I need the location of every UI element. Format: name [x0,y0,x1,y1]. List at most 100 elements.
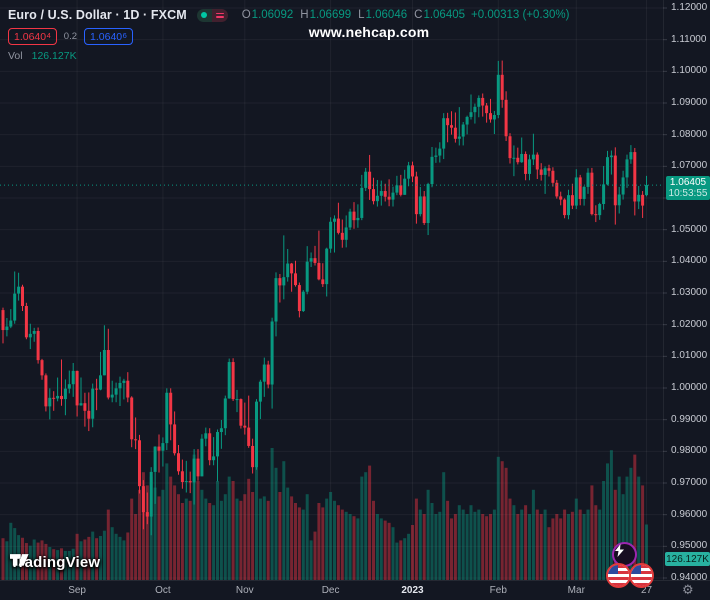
price-tick-label[interactable]: 0.98000 [671,445,707,456]
candle[interactable] [200,434,204,477]
candle[interactable] [411,161,414,183]
candle[interactable] [262,357,266,397]
candle[interactable] [239,398,243,429]
candle[interactable] [563,198,567,219]
candle[interactable] [87,392,91,432]
candle[interactable] [559,191,563,206]
candle[interactable] [325,247,329,297]
candle[interactable] [457,107,461,146]
candle[interactable] [102,325,106,376]
candle[interactable] [5,318,9,337]
candle[interactable] [67,370,71,394]
candle[interactable] [106,328,110,400]
candle[interactable] [594,205,598,223]
candle[interactable] [590,167,594,216]
candle[interactable] [641,191,645,218]
candle[interactable] [32,327,36,342]
time-tick-label[interactable]: 2023 [401,585,423,596]
candle[interactable] [243,402,247,435]
candle[interactable] [258,379,262,420]
candle[interactable] [290,262,294,292]
candle[interactable] [485,103,489,123]
candle[interactable] [255,399,258,470]
candle[interactable] [161,437,165,467]
candle[interactable] [36,327,40,364]
candle[interactable] [44,373,48,412]
candle[interactable] [317,230,321,281]
candle[interactable] [555,179,559,199]
candle[interactable] [134,417,138,450]
price-tick-label[interactable]: 1.08000 [671,129,707,140]
candle[interactable] [270,317,274,409]
price-tick-label[interactable]: 1.05000 [671,224,707,235]
candle[interactable] [184,460,188,493]
candle[interactable] [524,151,528,181]
price-tick-label[interactable]: 1.02000 [671,319,707,330]
price-tick-label[interactable]: 1.01000 [671,350,707,361]
candle[interactable] [173,411,177,456]
candle[interactable] [309,252,313,268]
candle[interactable] [356,204,360,228]
candle[interactable] [551,167,555,187]
candle[interactable] [414,171,418,224]
candle[interactable] [645,175,648,197]
candle[interactable] [216,429,219,482]
candle[interactable] [180,459,184,489]
candle[interactable] [336,202,340,235]
candle[interactable] [520,137,524,163]
candle[interactable] [9,309,13,329]
candle[interactable] [297,282,301,318]
candle[interactable] [48,388,52,420]
candle[interactable] [602,166,606,210]
candle[interactable] [63,379,67,416]
price-tick-label[interactable]: 1.07000 [671,160,707,171]
candle[interactable] [17,272,21,301]
candle[interactable] [83,392,87,427]
candlestick-chart-canvas[interactable] [0,0,710,600]
candle[interactable] [95,378,99,411]
candle[interactable] [613,147,617,225]
candle[interactable] [598,202,602,220]
sell-bid-button[interactable]: 1.0640 4 [8,28,57,45]
candle[interactable] [344,215,348,248]
candle[interactable] [531,133,535,166]
price-tick-label[interactable]: 1.12000 [671,2,707,13]
price-tick-label[interactable]: 1.04000 [671,255,707,266]
candle[interactable] [360,174,364,221]
candle[interactable] [60,359,63,406]
candle[interactable] [79,377,83,406]
candle[interactable] [274,272,278,337]
candle[interactable] [570,183,574,210]
candle[interactable] [188,471,192,494]
candle[interactable] [130,396,134,448]
tradingview-logo[interactable]: TradingView [10,554,100,571]
time-tick-label[interactable]: Sep [68,585,86,596]
candle[interactable] [586,168,590,194]
candle[interactable] [13,271,17,324]
candle[interactable] [617,186,621,214]
candle[interactable] [75,370,79,417]
candle[interactable] [629,145,633,164]
candle[interactable] [379,180,383,206]
candle[interactable] [223,395,227,436]
price-tick-label[interactable]: 1.11000 [671,34,706,45]
candle[interactable] [177,445,180,475]
candle[interactable] [500,60,504,108]
candle[interactable] [434,147,438,163]
candle[interactable] [609,150,613,175]
candle[interactable] [606,150,609,186]
price-tick-label[interactable]: 1.10000 [671,65,707,76]
candle[interactable] [321,263,325,287]
candle[interactable] [543,166,547,194]
candle[interactable] [582,185,586,206]
price-tick-label[interactable]: 0.97000 [671,477,707,488]
candle[interactable] [235,389,239,413]
candle[interactable] [508,133,512,164]
price-tick-label[interactable]: 0.99000 [671,414,707,425]
candle[interactable] [375,179,379,207]
candle[interactable] [56,377,60,402]
candle[interactable] [442,113,446,160]
candle[interactable] [282,235,286,300]
candle[interactable] [138,434,141,494]
candle[interactable] [453,112,457,143]
